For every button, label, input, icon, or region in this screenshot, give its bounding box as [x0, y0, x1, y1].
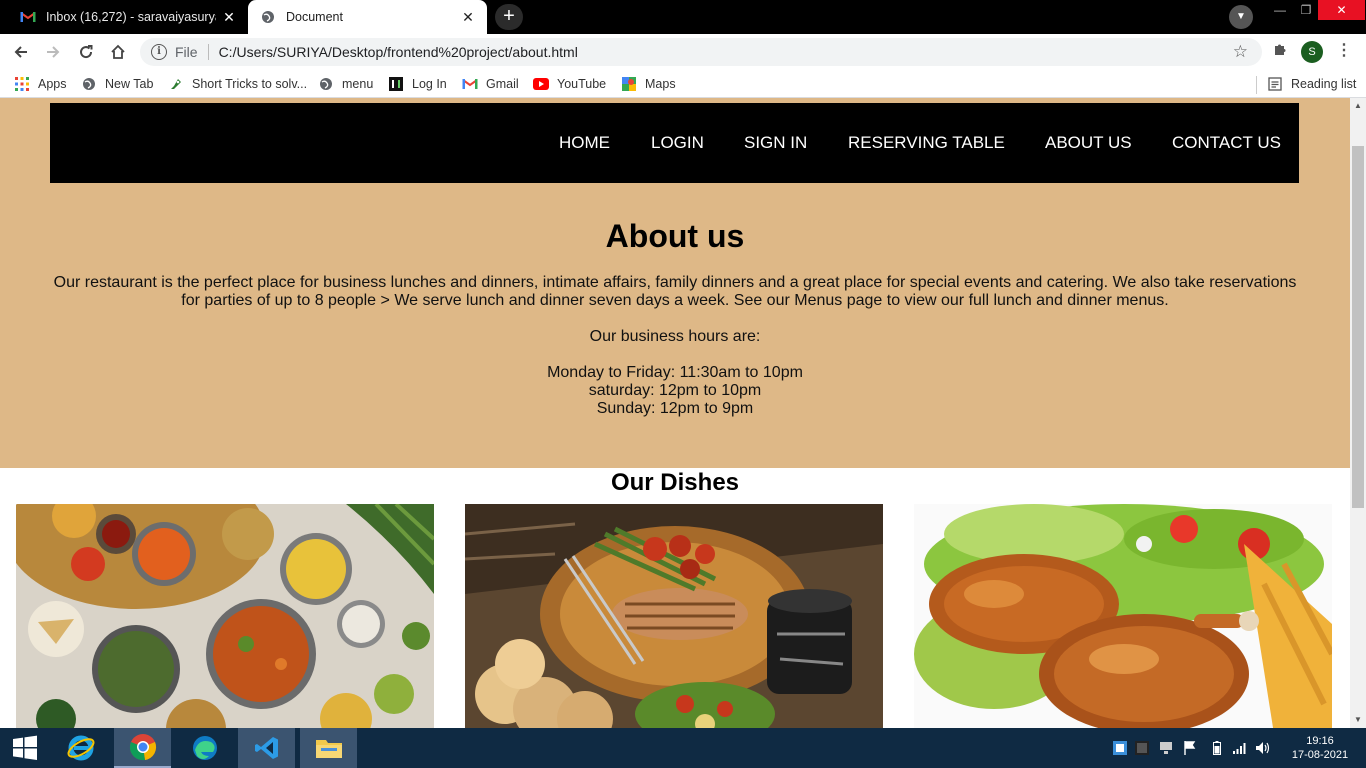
- about-paragraph: Our restaurant is the perfect place for …: [53, 274, 1297, 309]
- hours-weekday: Monday to Friday: 11:30am to 10pm: [547, 364, 803, 381]
- indian-food-platter-image: [16, 504, 434, 728]
- divider: [207, 44, 209, 60]
- site-navbar: HOME LOGIN SIGN IN RESERVING TABLE ABOUT…: [50, 103, 1299, 183]
- app-tray-icon[interactable]: [1134, 740, 1150, 756]
- bookmark-label: Gmail: [486, 77, 519, 91]
- browser-toolbar: i File C:/Users/SURIYA/Desktop/frontend%…: [0, 34, 1366, 70]
- bookmark-label: menu: [342, 77, 374, 91]
- reading-list-icon: [1267, 76, 1283, 92]
- clock-date: 17-08-2021: [1291, 749, 1349, 761]
- edge-icon[interactable]: [177, 728, 232, 768]
- login-favicon: [388, 76, 404, 92]
- about-section: HOME LOGIN SIGN IN RESERVING TABLE ABOUT…: [0, 98, 1350, 468]
- bookmark-log-in[interactable]: Log In: [388, 75, 447, 93]
- scheme-label: File: [175, 44, 198, 60]
- restore-button[interactable]: ❐: [1296, 0, 1316, 20]
- globe-icon: [260, 9, 276, 25]
- bookmark-label: New Tab: [105, 77, 154, 91]
- action-center-flag-icon[interactable]: [1182, 740, 1198, 756]
- hours-sunday: Sunday: 12pm to 9pm: [596, 400, 754, 417]
- home-icon[interactable]: [105, 39, 131, 65]
- bookmark-label: YouTube: [557, 77, 607, 91]
- nav-reserving-table-link[interactable]: RESERVING TABLE: [848, 133, 1005, 153]
- page-scrollbar[interactable]: ▲ ▼: [1350, 98, 1366, 728]
- fried-chicken-salad-image: [914, 504, 1332, 728]
- bookmark-maps[interactable]: Maps: [621, 75, 676, 93]
- nav-login-link[interactable]: LOGIN: [651, 133, 704, 153]
- rocket-icon: [168, 76, 184, 92]
- reload-icon[interactable]: [73, 39, 99, 65]
- bookmark-label: Maps: [645, 77, 676, 91]
- tab-strip: Inbox (16,272) - saravaiyasurya@ ✕ Docum…: [0, 0, 1366, 34]
- apps-grid-icon: [14, 76, 30, 92]
- dishes-heading: Our Dishes: [610, 469, 740, 496]
- chrome-icon[interactable]: [114, 728, 171, 768]
- divider: [1256, 76, 1257, 94]
- windows-taskbar: 19:16 17-08-2021: [0, 728, 1366, 768]
- scroll-down-arrow-icon[interactable]: ▼: [1350, 712, 1366, 728]
- internet-explorer-icon[interactable]: [56, 728, 106, 768]
- battery-icon[interactable]: [1210, 740, 1224, 756]
- bookmark-youtube[interactable]: YouTube: [533, 75, 606, 93]
- scroll-up-arrow-icon[interactable]: ▲: [1350, 98, 1366, 114]
- extensions-puzzle-icon[interactable]: [1270, 41, 1290, 63]
- file-explorer-icon[interactable]: [300, 728, 357, 768]
- gmail-icon: [20, 9, 36, 25]
- language-icon[interactable]: [1112, 740, 1128, 756]
- hours-saturday: saturday: 12pm to 10pm: [588, 382, 762, 399]
- nav-home-link[interactable]: HOME: [559, 133, 610, 153]
- bookmark-gmail[interactable]: Gmail: [462, 75, 519, 93]
- nav-about-us-link[interactable]: ABOUT US: [1045, 133, 1132, 153]
- page-title: About us: [605, 218, 745, 254]
- globe-icon: [318, 76, 334, 92]
- bookmark-star-icon[interactable]: ☆: [1233, 42, 1248, 62]
- system-clock[interactable]: 19:16 17-08-2021: [1290, 734, 1350, 762]
- close-icon[interactable]: ✕: [216, 9, 242, 26]
- maps-icon: [621, 76, 637, 92]
- minimize-button[interactable]: —: [1270, 0, 1290, 20]
- bookmark-label: Log In: [412, 77, 447, 91]
- youtube-icon: [533, 76, 549, 92]
- new-tab-button[interactable]: +: [495, 4, 523, 30]
- tab-title: Inbox (16,272) - saravaiyasurya@: [46, 10, 216, 24]
- nav-contact-us-link[interactable]: CONTACT US: [1172, 133, 1281, 153]
- close-icon[interactable]: ✕: [455, 9, 481, 26]
- business-hours-heading: Our business hours are:: [589, 328, 761, 345]
- page-viewport: HOME LOGIN SIGN IN RESERVING TABLE ABOUT…: [0, 98, 1350, 728]
- reading-list-label: Reading list: [1291, 77, 1357, 91]
- bookmark-label: Short Tricks to solv...: [192, 77, 308, 91]
- more-menu-icon[interactable]: ⋮: [1336, 41, 1352, 63]
- reading-list-button[interactable]: Reading list: [1267, 75, 1356, 93]
- bookmark-apps[interactable]: Apps: [14, 75, 67, 93]
- address-bar[interactable]: i File C:/Users/SURIYA/Desktop/frontend%…: [140, 38, 1262, 66]
- tab-search-button[interactable]: ▼: [1229, 5, 1253, 29]
- bookmark-label: Apps: [38, 77, 67, 91]
- bookmark-short-tricks[interactable]: Short Tricks to solv...: [168, 75, 307, 93]
- clock-time: 19:16: [1306, 735, 1334, 747]
- back-icon[interactable]: [8, 39, 34, 65]
- bookmarks-bar: Apps New Tab Short Tricks to solv... men…: [0, 70, 1366, 98]
- address-url[interactable]: C:/Users/SURIYA/Desktop/frontend%20proje…: [219, 44, 578, 60]
- volume-icon[interactable]: [1254, 740, 1272, 756]
- scrollbar-thumb[interactable]: [1352, 146, 1364, 508]
- network-display-icon[interactable]: [1158, 740, 1174, 756]
- nav-sign-in-link[interactable]: SIGN IN: [744, 133, 807, 153]
- profile-avatar[interactable]: S: [1301, 41, 1323, 63]
- windows-start-icon[interactable]: [0, 728, 50, 768]
- tab-gmail[interactable]: Inbox (16,272) - saravaiyasurya@ ✕: [8, 0, 248, 34]
- wifi-signal-icon[interactable]: [1230, 740, 1248, 756]
- globe-icon: [81, 76, 97, 92]
- forward-icon[interactable]: [40, 39, 66, 65]
- tab-title: Document: [286, 10, 343, 24]
- tab-document[interactable]: Document ✕: [248, 0, 487, 34]
- bookmark-new-tab[interactable]: New Tab: [81, 75, 153, 93]
- window-close-button[interactable]: ✕: [1318, 0, 1365, 20]
- grilled-fish-dinner-image: [465, 504, 883, 728]
- bookmark-menu[interactable]: menu: [318, 75, 373, 93]
- gmail-icon: [462, 76, 478, 92]
- site-info-icon[interactable]: i: [151, 44, 167, 60]
- vscode-icon[interactable]: [238, 728, 295, 768]
